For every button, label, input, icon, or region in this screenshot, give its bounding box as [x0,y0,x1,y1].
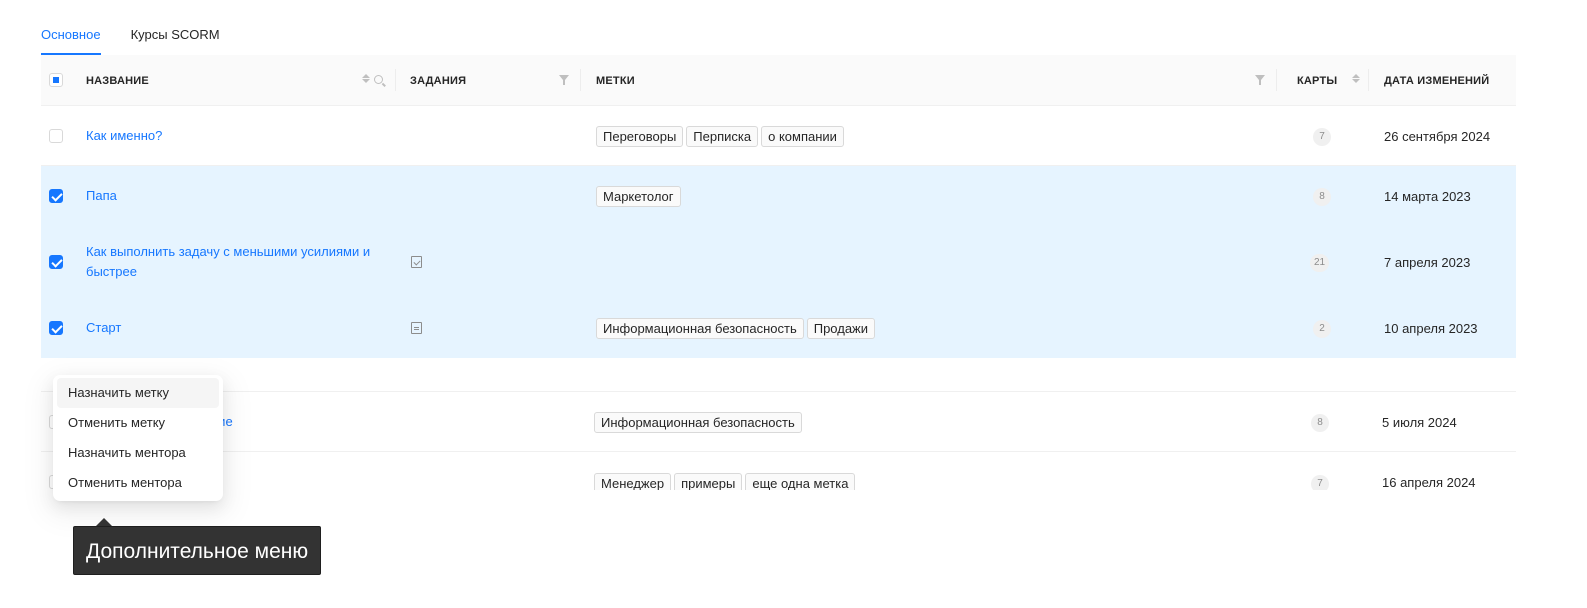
document-task-icon [411,322,422,334]
tag[interactable]: Менеджер [594,473,672,490]
table-header: НАЗВАНИЕ ЗАДАНИЯ МЕТКИ КАРТЫ ДАТА ИЗМЕНЕ… [41,55,1516,106]
tag-list: Маркетолог [596,186,684,207]
modified-date: 14 марта 2023 [1384,189,1471,204]
table-row[interactable]: Менеджер примеры еще одна метка 7 16 апрел… [41,452,1516,490]
tag[interactable]: Информационная безопасность [594,412,802,433]
modified-date: 16 апреля 2024 [1382,475,1476,490]
cards-count-badge: 7 [1313,128,1331,146]
table-row[interactable]: Папа Маркетолог 8 14 марта 2023 [41,166,1516,226]
tag[interactable]: Продажи [806,318,876,339]
column-header-tasks[interactable]: ЗАДАНИЯ [410,55,466,106]
tag-list: Переговоры Перписка о компании [596,126,847,147]
course-name-link[interactable]: Как именно? [86,126,162,146]
filter-icon[interactable] [559,75,569,85]
course-name-link[interactable]: Старт [86,318,121,338]
cards-count-badge: 21 [1310,254,1330,272]
tab-bar: Основное Курсы SCORM [41,0,220,55]
course-name-link[interactable]: Папа [86,186,117,206]
bulk-actions-dropdown: Назначить метку Отменить метку Назначить… [53,375,223,501]
modified-date: 5 июля 2024 [1382,415,1457,430]
column-header-date[interactable]: ДАТА ИЗМЕНЕНИЙ [1384,55,1489,106]
course-name-link[interactable]: Как выполнить задачу с меньшими усилиями… [86,242,386,282]
table-row[interactable]: Как выполнить задачу с меньшими усилиями… [41,226,1516,298]
sort-icon[interactable] [1352,74,1360,83]
cards-count-badge: 8 [1313,188,1331,206]
filter-icon[interactable] [1255,75,1265,85]
column-header-name[interactable]: НАЗВАНИЕ [86,55,149,106]
column-divider [395,69,396,91]
tag-list: Информационная безопасность Продажи [596,318,878,339]
tab-main[interactable]: Основное [41,0,101,55]
tag-list: Информационная безопасность [594,412,805,433]
tag[interactable]: Информационная безопасность [596,318,804,339]
row-checkbox[interactable] [49,129,63,143]
modified-date: 26 сентября 2024 [1384,129,1491,144]
select-all-checkbox[interactable] [49,73,63,87]
cards-count-badge: 8 [1311,414,1329,432]
cards-count-badge: 7 [1311,475,1329,490]
modified-date: 7 апреля 2023 [1384,255,1471,270]
tag[interactable]: Перписка [686,126,759,147]
table-row-spacer [41,358,1516,392]
column-header-cards[interactable]: КАРТЫ [1297,55,1337,106]
cards-count-badge: 2 [1313,320,1331,338]
row-checkbox[interactable] [49,255,63,269]
table-row[interactable]: Старт Информационная безопасность Продажи… [41,298,1516,358]
tooltip-arrow [96,518,112,526]
column-divider [580,69,581,91]
table-row[interactable]: ние Информационная безопасность 8 5 июля… [41,392,1516,452]
tag-list: Менеджер примеры еще одна метка [594,473,858,490]
column-divider [1276,69,1277,91]
tag[interactable]: о компании [761,126,844,147]
tag[interactable]: примеры [674,473,743,490]
tag[interactable]: еще одна метка [745,473,856,490]
courses-table: НАЗВАНИЕ ЗАДАНИЯ МЕТКИ КАРТЫ ДАТА ИЗМЕНЕ… [41,55,1516,490]
tag[interactable]: Маркетолог [596,186,681,207]
tag[interactable]: Переговоры [596,126,684,147]
table-row[interactable]: Как именно? Переговоры Перписка о компании… [41,106,1516,166]
row-checkbox[interactable] [49,321,63,335]
row-checkbox[interactable] [49,189,63,203]
column-divider [1368,69,1369,91]
sort-icon[interactable] [362,74,370,83]
menu-item-remove-mentor[interactable]: Отменить ментора [57,468,219,498]
modified-date: 10 апреля 2023 [1384,321,1478,336]
checkbox-task-icon [411,256,422,268]
menu-item-assign-tag[interactable]: Назначить метку [57,378,219,408]
search-icon[interactable] [374,75,383,84]
column-header-tags[interactable]: МЕТКИ [596,55,635,106]
more-menu-tooltip: Дополнительное меню [73,526,322,575]
menu-item-remove-tag[interactable]: Отменить метку [57,408,219,438]
tab-scorm-courses[interactable]: Курсы SCORM [131,0,220,55]
menu-item-assign-mentor[interactable]: Назначить ментора [57,438,219,468]
